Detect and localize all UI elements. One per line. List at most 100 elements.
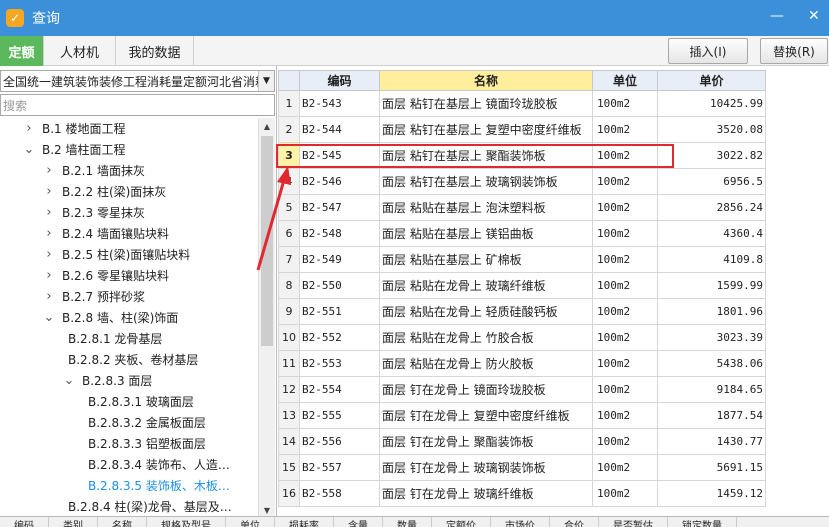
chevron-right-icon[interactable]: › <box>42 163 56 178</box>
tree-node[interactable]: B.2.8.3.3 铝塑板面层 <box>82 433 206 454</box>
unit-cell[interactable]: 100m2 <box>592 480 658 507</box>
table-row[interactable]: 8 B2-550 面层 粘贴在龙骨上 玻璃纤维板 100m2 1599.99 <box>278 272 766 299</box>
chevron-right-icon[interactable]: › <box>42 184 56 199</box>
tree-node[interactable]: ⌄ B.2.8.3 面层 <box>62 370 153 391</box>
tree-node[interactable]: ⌄ B.2.8 墙、柱(梁)饰面 <box>42 307 179 328</box>
tree-node[interactable]: › B.1 楼地面工程 <box>22 118 125 139</box>
close-icon[interactable]: ✕ <box>808 8 820 24</box>
code-cell[interactable]: B2-552 <box>299 324 380 351</box>
price-cell[interactable]: 3023.39 <box>657 324 766 351</box>
detail-column-header[interactable]: 类别 <box>49 517 98 527</box>
unit-cell[interactable]: 100m2 <box>592 272 658 299</box>
detail-column-header[interactable]: 市场价 <box>491 517 550 527</box>
name-cell[interactable]: 面层 粘钉在基层上 镜面玲珑胶板 <box>379 90 593 117</box>
chevron-right-icon[interactable]: › <box>42 268 56 283</box>
unit-cell[interactable]: 100m2 <box>592 350 658 377</box>
name-cell[interactable]: 面层 粘钉在基层上 聚酯装饰板 <box>379 142 593 169</box>
detail-column-header[interactable]: 单位 <box>226 517 275 527</box>
price-cell[interactable]: 1801.96 <box>657 298 766 325</box>
row-number[interactable]: 12 <box>278 376 300 403</box>
tab-my-data[interactable]: 我的数据 <box>116 36 194 66</box>
row-number[interactable]: 3 <box>278 142 300 169</box>
table-row[interactable]: 13 B2-555 面层 钉在龙骨上 复塑中密度纤维板 100m2 1877.54 <box>278 402 766 429</box>
row-number[interactable]: 8 <box>278 272 300 299</box>
code-cell[interactable]: B2-557 <box>299 454 380 481</box>
tree-node[interactable]: › B.2.6 零星镶贴块料 <box>42 265 169 286</box>
code-cell[interactable]: B2-546 <box>299 168 380 195</box>
table-row[interactable]: 4 B2-546 面层 粘钉在基层上 玻璃钢装饰板 100m2 6956.5 <box>278 168 766 195</box>
chevron-down-icon[interactable]: ▼ <box>258 71 274 91</box>
row-number[interactable]: 10 <box>278 324 300 351</box>
table-row[interactable]: 10 B2-552 面层 粘贴在龙骨上 竹胶合板 100m2 3023.39 <box>278 324 766 351</box>
tab-labor-material-machine[interactable]: 人材机 <box>44 36 116 66</box>
tree-node[interactable]: › B.2.1 墙面抹灰 <box>42 160 145 181</box>
price-cell[interactable]: 4360.4 <box>657 220 766 247</box>
name-cell[interactable]: 面层 粘贴在基层上 镁铝曲板 <box>379 220 593 247</box>
chevron-down-icon[interactable]: ⌄ <box>42 310 56 325</box>
row-number[interactable]: 7 <box>278 246 300 273</box>
code-cell[interactable]: B2-548 <box>299 220 380 247</box>
tree-node[interactable]: ⌄ B.2 墙柱面工程 <box>22 139 126 160</box>
unit-cell[interactable]: 100m2 <box>592 90 658 117</box>
price-cell[interactable]: 3022.82 <box>657 142 766 169</box>
row-number[interactable]: 9 <box>278 298 300 325</box>
price-cell[interactable]: 1877.54 <box>657 402 766 429</box>
name-cell[interactable]: 面层 钉在龙骨上 镜面玲珑胶板 <box>379 376 593 403</box>
price-cell[interactable]: 5438.06 <box>657 350 766 377</box>
table-row[interactable]: 2 B2-544 面层 粘钉在基层上 复塑中密度纤维板 100m2 3520.08 <box>278 116 766 143</box>
detail-column-header[interactable]: 锁定数量 <box>668 517 737 527</box>
tree-node[interactable]: B.2.8.3.2 金属板面层 <box>82 412 206 433</box>
unit-cell[interactable]: 100m2 <box>592 298 658 325</box>
row-number[interactable]: 1 <box>278 90 300 117</box>
insert-button[interactable]: 插入(I) <box>668 38 748 64</box>
row-number[interactable]: 2 <box>278 116 300 143</box>
scroll-thumb[interactable] <box>261 136 273 346</box>
name-cell[interactable]: 面层 粘贴在龙骨上 玻璃纤维板 <box>379 272 593 299</box>
detail-column-header[interactable]: 是否暂估 <box>599 517 668 527</box>
code-cell[interactable]: B2-545 <box>299 142 380 169</box>
unit-cell[interactable]: 100m2 <box>592 246 658 273</box>
unit-cell[interactable]: 100m2 <box>592 376 658 403</box>
name-cell[interactable]: 面层 钉在龙骨上 玻璃纤维板 <box>379 480 593 507</box>
unit-cell[interactable]: 100m2 <box>592 168 658 195</box>
row-number[interactable]: 16 <box>278 480 300 507</box>
price-cell[interactable]: 5691.15 <box>657 454 766 481</box>
row-number[interactable]: 6 <box>278 220 300 247</box>
price-cell[interactable]: 10425.99 <box>657 90 766 117</box>
code-cell[interactable]: B2-554 <box>299 376 380 403</box>
chevron-right-icon[interactable]: › <box>22 121 36 136</box>
detail-column-header[interactable]: 数量 <box>383 517 432 527</box>
minimize-icon[interactable]: — <box>770 8 784 24</box>
tree-node[interactable]: B.2.8.1 龙骨基层 <box>62 328 162 349</box>
code-cell[interactable]: B2-556 <box>299 428 380 455</box>
table-row[interactable]: 7 B2-549 面层 粘贴在基层上 矿棉板 100m2 4109.8 <box>278 246 766 273</box>
price-cell[interactable]: 1430.77 <box>657 428 766 455</box>
name-cell[interactable]: 面层 粘贴在基层上 泡沫塑料板 <box>379 194 593 221</box>
table-row[interactable]: 1 B2-543 面层 粘钉在基层上 镜面玲珑胶板 100m2 10425.99 <box>278 90 766 117</box>
tree-node[interactable]: B.2.8.3.1 玻璃面层 <box>82 391 194 412</box>
name-cell[interactable]: 面层 粘贴在龙骨上 防火胶板 <box>379 350 593 377</box>
unit-cell[interactable]: 100m2 <box>592 324 658 351</box>
row-number[interactable]: 13 <box>278 402 300 429</box>
row-number[interactable]: 5 <box>278 194 300 221</box>
detail-column-header[interactable]: 定额价 <box>432 517 491 527</box>
table-row[interactable]: 16 B2-558 面层 钉在龙骨上 玻璃纤维板 100m2 1459.12 <box>278 480 766 507</box>
table-row[interactable]: 15 B2-557 面层 钉在龙骨上 玻璃钢装饰板 100m2 5691.15 <box>278 454 766 481</box>
tree-node[interactable]: › B.2.3 零星抹灰 <box>42 202 145 223</box>
price-cell[interactable]: 4109.8 <box>657 246 766 273</box>
name-cell[interactable]: 面层 钉在龙骨上 复塑中密度纤维板 <box>379 402 593 429</box>
unit-cell[interactable]: 100m2 <box>592 194 658 221</box>
scroll-up-icon[interactable]: ▲ <box>259 118 275 134</box>
tree-node[interactable]: B.2.8.2 夹板、卷材基层 <box>62 349 198 370</box>
tree-node[interactable]: B.2.8.3.4 装饰布、人造… <box>82 454 230 475</box>
detail-column-header[interactable]: 名称 <box>98 517 147 527</box>
search-input[interactable]: 搜索 <box>0 94 275 116</box>
chevron-down-icon[interactable]: ⌄ <box>22 142 36 157</box>
code-cell[interactable]: B2-558 <box>299 480 380 507</box>
name-header[interactable]: 名称 <box>379 70 593 91</box>
name-cell[interactable]: 面层 粘钉在基层上 复塑中密度纤维板 <box>379 116 593 143</box>
unit-cell[interactable]: 100m2 <box>592 142 658 169</box>
chevron-down-icon[interactable]: ⌄ <box>62 373 76 388</box>
code-cell[interactable]: B2-555 <box>299 402 380 429</box>
table-row[interactable]: 9 B2-551 面层 粘贴在龙骨上 轻质硅酸钙板 100m2 1801.96 <box>278 298 766 325</box>
